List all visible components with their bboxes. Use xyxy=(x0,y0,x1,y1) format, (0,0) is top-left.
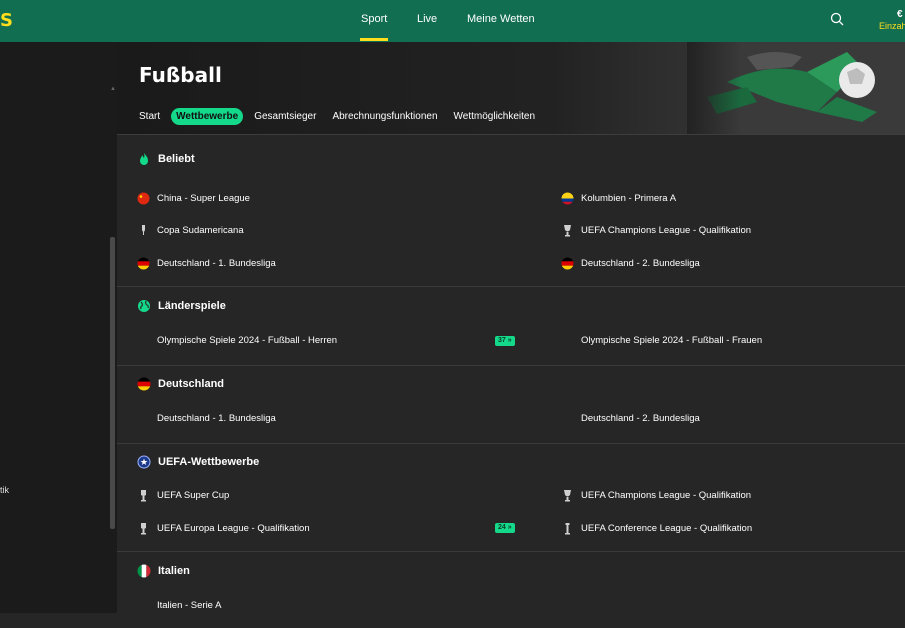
left-sidebar: ▲ tik xyxy=(0,42,117,613)
section-title: Beliebt xyxy=(158,153,195,165)
flame-icon xyxy=(137,152,151,166)
tab-start[interactable]: Start xyxy=(139,111,160,122)
competition-label: UEFA Conference League - Qualifikation xyxy=(581,523,752,534)
section-title: UEFA-Wettbewerbe xyxy=(158,456,259,468)
nav-live[interactable]: Live xyxy=(417,13,437,25)
competition-label: Deutschland - 1. Bundesliga xyxy=(157,413,276,424)
blank-icon xyxy=(561,334,574,347)
deposit-link[interactable]: Einzah xyxy=(879,21,905,31)
competition-item[interactable]: Olympische Spiele 2024 - Fußball - Herre… xyxy=(117,325,539,358)
sidebar-item-partial[interactable]: tik xyxy=(0,485,9,495)
live-event-count-badge[interactable]: 37 » xyxy=(495,336,515,346)
flag-germany-icon xyxy=(137,257,150,270)
competition-item[interactable]: Deutschland - 1. Bundesliga xyxy=(117,247,539,280)
uefa-star-icon xyxy=(137,455,151,469)
section-popular: Beliebt China - Super League Kolumbien -… xyxy=(117,136,905,287)
competitions-list: Beliebt China - Super League Kolumbien -… xyxy=(117,136,905,613)
trophy-slim-icon xyxy=(561,522,574,535)
sidebar-scrollbar[interactable] xyxy=(110,237,115,529)
section-title: Italien xyxy=(158,565,190,577)
section-title: Deutschland xyxy=(158,378,224,390)
competition-label: Deutschland - 2. Bundesliga xyxy=(581,258,700,269)
competition-label: Deutschland - 2. Bundesliga xyxy=(581,413,700,424)
globe-icon xyxy=(137,299,151,313)
competition-item[interactable]: Deutschland - 2. Bundesliga xyxy=(539,402,905,435)
nav-sport[interactable]: Sport xyxy=(361,13,387,25)
football-player-image xyxy=(687,42,905,135)
competition-item[interactable]: UEFA Conference League - Qualifikation xyxy=(539,512,905,545)
balance-display[interactable]: € xyxy=(897,9,903,20)
competition-item[interactable]: UEFA Super Cup xyxy=(117,480,539,513)
section-internationals: Länderspiele Olympische Spiele 2024 - Fu… xyxy=(117,287,905,367)
competition-label: UEFA Champions League - Qualifikation xyxy=(581,490,751,501)
page-title: Fußball xyxy=(139,63,222,87)
competition-label: Deutschland - 1. Bundesliga xyxy=(157,258,276,269)
brand-logo[interactable]: S xyxy=(0,10,13,31)
search-icon[interactable] xyxy=(830,12,844,26)
competition-label: Italien - Serie A xyxy=(157,600,221,611)
competition-item[interactable]: UEFA Champions League - Qualifikation xyxy=(539,480,905,513)
flag-colombia-icon xyxy=(561,192,574,205)
competition-item[interactable]: Kolumbien - Primera A xyxy=(539,182,905,215)
competition-item[interactable]: UEFA Champions League - Qualifikation xyxy=(539,215,905,248)
top-bar: S Sport Live Meine Wetten € Einzah xyxy=(0,0,905,42)
competition-label: UEFA Super Cup xyxy=(157,490,229,501)
sport-hero-banner: Fußball Start Wettbewerbe Gesamtsieger A… xyxy=(117,42,905,135)
nav-my-bets[interactable]: Meine Wetten xyxy=(467,13,535,25)
tab-settlement-features[interactable]: Abrechnungsfunktionen xyxy=(332,111,437,122)
competition-label: China - Super League xyxy=(157,193,250,204)
competition-label: Olympische Spiele 2024 - Fußball - Fraue… xyxy=(581,335,762,346)
live-event-count-badge[interactable]: 24 » xyxy=(495,523,515,533)
trophy-icon xyxy=(137,224,150,237)
scroll-up-arrow-icon[interactable]: ▲ xyxy=(110,86,116,92)
blank-icon xyxy=(137,412,150,425)
trophy-icon xyxy=(137,489,150,502)
tab-outrights[interactable]: Gesamtsieger xyxy=(254,111,316,122)
section-germany: Deutschland Deutschland - 1. Bundesliga … xyxy=(117,366,905,444)
competition-label: Olympische Spiele 2024 - Fußball - Herre… xyxy=(157,335,337,346)
competition-item[interactable]: Deutschland - 1. Bundesliga xyxy=(117,402,539,435)
section-title: Länderspiele xyxy=(158,300,226,312)
flag-germany-icon xyxy=(561,257,574,270)
blank-icon xyxy=(137,599,150,612)
flag-china-icon xyxy=(137,192,150,205)
sport-tabs: Start Wettbewerbe Gesamtsieger Abrechnun… xyxy=(139,107,551,126)
competition-item[interactable]: Olympische Spiele 2024 - Fußball - Fraue… xyxy=(539,325,905,358)
flag-germany-icon xyxy=(137,377,151,391)
competition-item[interactable]: Deutschland - 2. Bundesliga xyxy=(539,247,905,280)
competition-label: UEFA Europa League - Qualifikation xyxy=(157,523,310,534)
section-italy: Italien Italien - Serie A xyxy=(117,552,905,628)
flag-italy-icon xyxy=(137,564,151,578)
blank-icon xyxy=(137,334,150,347)
trophy-cup-icon xyxy=(561,489,574,502)
competition-label: UEFA Champions League - Qualifikation xyxy=(581,225,751,236)
competition-item[interactable]: Italien - Serie A xyxy=(117,590,539,623)
blank-icon xyxy=(561,412,574,425)
section-uefa: UEFA-Wettbewerbe UEFA Super Cup UEFA Cha… xyxy=(117,444,905,552)
trophy-cup-icon xyxy=(561,224,574,237)
competition-item[interactable]: China - Super League xyxy=(117,182,539,215)
competition-item[interactable]: UEFA Europa League - Qualifikation 24 » xyxy=(117,512,539,545)
tab-competitions[interactable]: Wettbewerbe xyxy=(171,108,243,125)
trophy-icon xyxy=(137,522,150,535)
competition-item[interactable]: Copa Sudamericana xyxy=(117,215,539,248)
competition-label: Copa Sudamericana xyxy=(157,225,244,236)
competition-label: Kolumbien - Primera A xyxy=(581,193,676,204)
tab-bet-options[interactable]: Wettmöglichkeiten xyxy=(454,111,536,122)
